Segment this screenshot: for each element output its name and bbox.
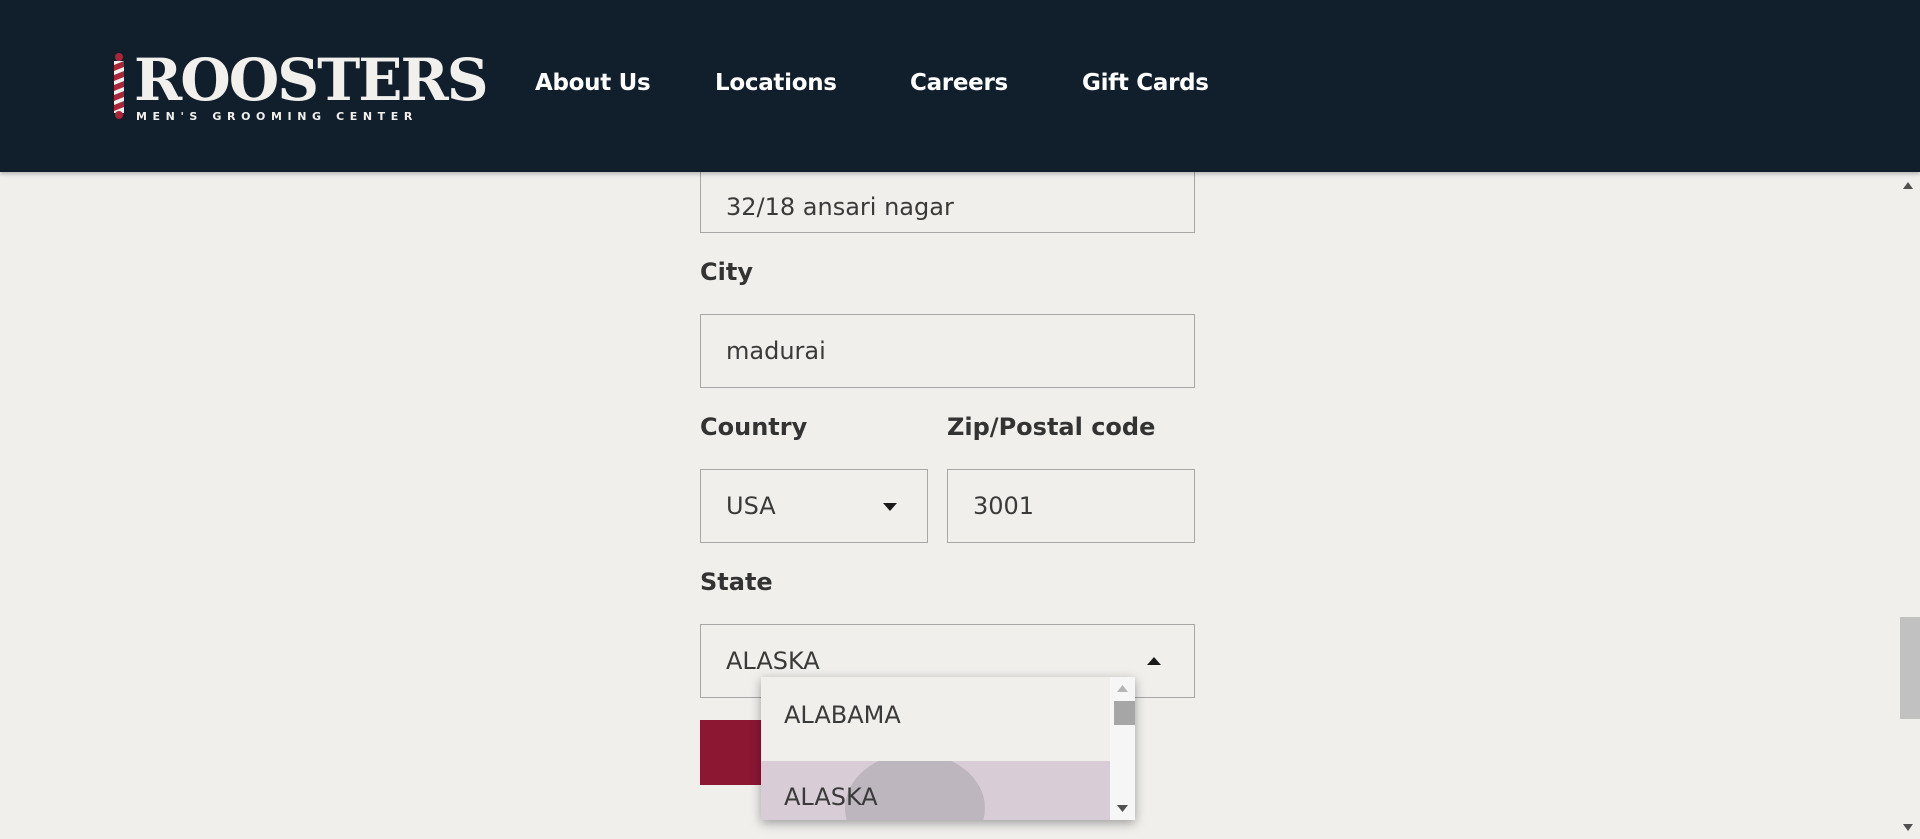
zip-input[interactable]: 3001 <box>947 469 1195 543</box>
logo-wordmark: ROOSTERS <box>134 46 489 114</box>
roosters-logo[interactable]: ROOSTERS MEN'S GROOMING CENTER <box>112 50 489 124</box>
dropdown-scrollbar[interactable] <box>1110 677 1135 820</box>
barber-pole-icon <box>114 53 124 119</box>
nav-about-us[interactable]: About Us <box>535 70 651 96</box>
address-value: 32/18 ansari nagar <box>726 193 954 221</box>
scroll-down-arrow-icon[interactable] <box>1903 824 1913 831</box>
state-dropdown-list: ALABAMA ALASKA <box>761 677 1135 820</box>
state-option-label: ALASKA <box>784 783 878 811</box>
country-select[interactable]: USA <box>700 469 928 543</box>
city-value: madurai <box>726 337 826 365</box>
scroll-up-arrow-icon[interactable] <box>1117 685 1128 692</box>
zip-value: 3001 <box>973 492 1035 520</box>
city-label: City <box>700 258 753 286</box>
page-scrollbar[interactable] <box>1896 172 1920 839</box>
country-label: Country <box>700 413 808 441</box>
scroll-up-arrow-icon[interactable] <box>1903 182 1913 189</box>
nav-gift-cards[interactable]: Gift Cards <box>1082 70 1209 96</box>
dropdown-scroll-thumb[interactable] <box>1114 701 1135 725</box>
state-value: ALASKA <box>726 647 820 675</box>
nav-careers[interactable]: Careers <box>910 70 1008 96</box>
page-scroll-thumb[interactable] <box>1900 617 1920 719</box>
country-value: USA <box>726 492 776 520</box>
chevron-up-icon <box>1147 657 1161 665</box>
site-header: ROOSTERS MEN'S GROOMING CENTER About Us … <box>0 0 1920 172</box>
scroll-down-arrow-icon[interactable] <box>1117 805 1128 812</box>
city-input[interactable]: madurai <box>700 314 1195 388</box>
zip-label: Zip/Postal code <box>947 413 1156 441</box>
chevron-down-icon <box>883 503 897 511</box>
submit-button[interactable] <box>700 720 770 785</box>
state-option[interactable]: ALABAMA <box>761 679 1110 751</box>
logo-tagline: MEN'S GROOMING CENTER <box>136 110 418 123</box>
state-option-selected[interactable]: ALASKA <box>761 761 1110 820</box>
state-option-label: ALABAMA <box>784 701 901 729</box>
nav-locations[interactable]: Locations <box>715 70 837 96</box>
state-label: State <box>700 568 773 596</box>
